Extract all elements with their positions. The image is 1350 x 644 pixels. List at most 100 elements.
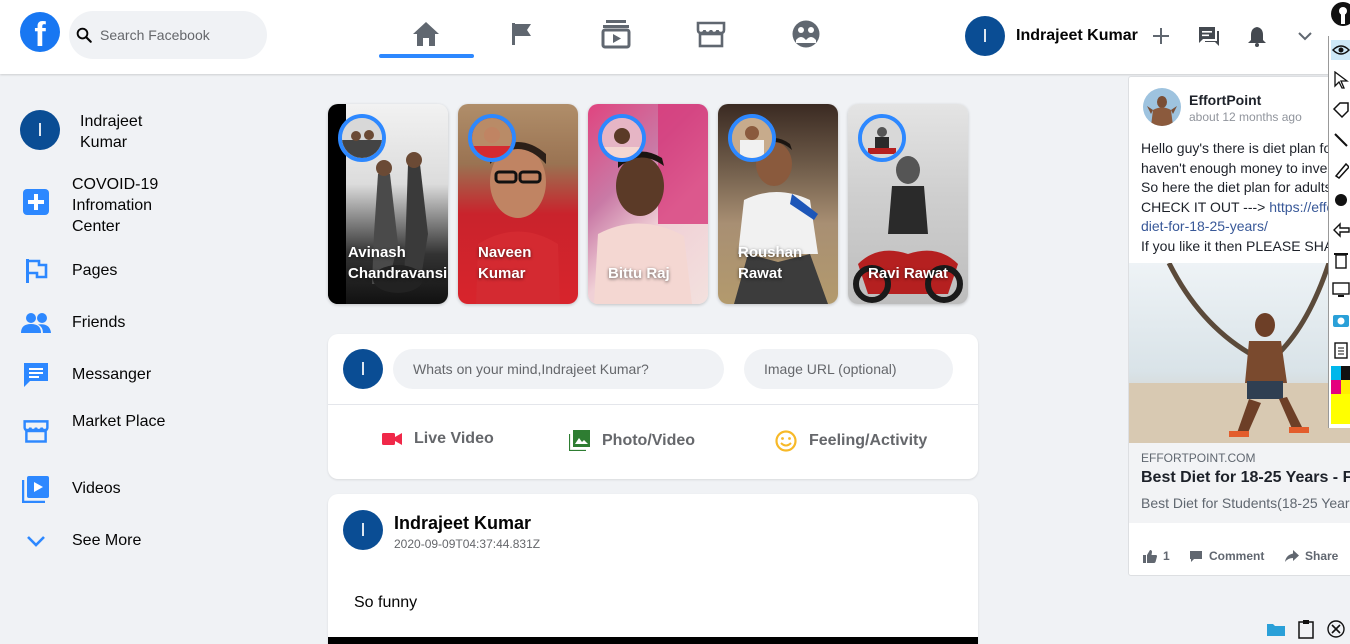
ad-link[interactable]: https://effo <box>1269 199 1334 215</box>
sidebar-item-videos[interactable]: Videos <box>20 473 121 505</box>
marketplace-icon[interactable] <box>693 16 729 52</box>
ad-text-line: CHECK IT OUT ---> <box>1141 198 1270 215</box>
thumbs-up-icon <box>1143 549 1157 563</box>
photo-video-label: Photo/Video <box>602 431 696 449</box>
photo-video-button[interactable]: Photo/Video <box>569 430 695 451</box>
sidebar-item-messenger[interactable]: Messanger <box>20 359 151 391</box>
story-avatar <box>598 114 646 162</box>
post-composer: I Live Video Photo/Video Feeling/Activit… <box>328 334 978 479</box>
color-palette[interactable] <box>1331 366 1350 424</box>
story-name: Ravi Rawat <box>868 265 949 282</box>
facebook-logo[interactable]: f <box>20 12 60 52</box>
sidebar-item-label: Market Place <box>72 413 166 430</box>
story-card[interactable]: Avinash Chandravansi <box>328 104 448 304</box>
share-label: Share <box>1305 549 1339 563</box>
story-avatar <box>728 114 776 162</box>
post-timestamp: 2020-09-09T04:37:44.831Z <box>394 537 541 551</box>
like-button[interactable]: 1 <box>1143 549 1170 563</box>
search-box[interactable] <box>69 11 267 59</box>
extension-icon[interactable] <box>1328 0 1350 28</box>
sidebar-avatar[interactable]: I <box>20 110 60 150</box>
ad-description: Best Diet for Students(18-25 Year <box>1141 495 1350 511</box>
comment-icon <box>1190 550 1202 562</box>
composer-image-url-input[interactable] <box>744 349 953 389</box>
covid-info-icon <box>20 186 52 218</box>
notifications-bell-icon[interactable] <box>1243 22 1271 50</box>
story-name: Naveen Kumar <box>478 244 532 282</box>
ad-page-name[interactable]: EffortPoint <box>1189 92 1261 108</box>
story-name: Roushan Rawat <box>738 244 803 282</box>
sidebar-item-label: Videos <box>72 480 121 497</box>
pen-icon[interactable] <box>1331 130 1350 150</box>
composer-text-input[interactable] <box>393 349 724 389</box>
share-button[interactable]: Share <box>1285 549 1338 563</box>
chevron-down-icon[interactable] <box>1291 22 1319 50</box>
plus-icon[interactable] <box>1147 22 1175 50</box>
sidebar-item-label: Pages <box>72 262 118 279</box>
cursor-icon[interactable] <box>1331 70 1350 90</box>
friends-icon <box>20 307 52 339</box>
feeling-activity-button[interactable]: Feeling/Activity <box>775 430 927 452</box>
sidebar-item-see-more[interactable]: See More <box>20 525 141 557</box>
clipboard-paste-icon[interactable] <box>1295 618 1317 640</box>
sidebar-item-label: Friends <box>72 314 126 331</box>
story-card[interactable]: Ravi Rawat <box>848 104 968 304</box>
sidebar-item-covid[interactable]: COVOID-19 Infromation Center <box>20 176 158 235</box>
search-input[interactable] <box>100 27 260 43</box>
messenger-chat-icon[interactable] <box>1195 22 1223 50</box>
trash-icon[interactable] <box>1331 250 1350 270</box>
photo-icon <box>569 430 590 451</box>
ad-image[interactable] <box>1129 263 1350 443</box>
videos-icon <box>20 473 52 505</box>
embedded-facebook-post: EffortPoint about 12 months ago Hello gu… <box>1128 76 1350 576</box>
camera-icon[interactable] <box>1331 310 1350 330</box>
post-media[interactable] <box>328 637 978 644</box>
tag-icon[interactable] <box>1331 100 1350 120</box>
comment-button[interactable]: Comment <box>1189 549 1264 563</box>
feeling-activity-label: Feeling/Activity <box>809 432 928 449</box>
story-card[interactable]: Roushan Rawat <box>718 104 838 304</box>
sidebar-item-friends[interactable]: Friends <box>20 307 125 339</box>
ad-text-line: If you like it then PLEASE SHA <box>1141 237 1334 254</box>
monitor-icon[interactable] <box>1331 280 1350 300</box>
active-tab-indicator <box>379 54 474 58</box>
ad-time[interactable]: about 12 months ago <box>1189 110 1302 124</box>
story-avatar <box>338 114 386 162</box>
story-card[interactable]: Bittu Raj <box>588 104 708 304</box>
sidebar-item-marketplace[interactable]: Market Place <box>20 413 165 447</box>
feed-post: I Indrajeet Kumar 2020-09-09T04:37:44.83… <box>328 494 978 644</box>
home-icon[interactable] <box>408 16 444 52</box>
sidebar-item-pages[interactable]: Pages <box>20 255 117 287</box>
ad-page-avatar[interactable] <box>1143 88 1181 126</box>
undo-icon[interactable] <box>1331 220 1350 240</box>
post-author[interactable]: Indrajeet Kumar <box>394 513 531 534</box>
sidebar-user-name[interactable]: Indrajeet Kumar <box>80 111 170 153</box>
share-icon <box>1285 549 1299 562</box>
marketplace-icon <box>20 415 52 447</box>
ad-post-text: Hello guy's there is diet plan fo haven'… <box>1141 139 1334 256</box>
header-user-name[interactable]: Indrajeet Kumar <box>1016 27 1138 45</box>
post-avatar[interactable]: I <box>343 510 383 550</box>
screenshot-toolbar <box>1328 36 1350 428</box>
story-card[interactable]: Naveen Kumar <box>458 104 578 304</box>
header-avatar[interactable]: I <box>965 16 1005 56</box>
highlighter-icon[interactable] <box>1331 160 1350 180</box>
sidebar-item-label: See More <box>72 532 142 549</box>
dot-icon[interactable] <box>1331 190 1350 210</box>
search-icon <box>76 27 92 43</box>
ad-title: Best Diet for 18-25 Years - F <box>1141 469 1350 486</box>
composer-avatar[interactable]: I <box>343 349 383 389</box>
story-name: Bittu Raj <box>608 265 670 282</box>
clipboard-icon[interactable] <box>1331 340 1350 360</box>
story-avatar <box>858 114 906 162</box>
folder-icon[interactable] <box>1265 618 1287 640</box>
close-circle-icon[interactable] <box>1325 618 1347 640</box>
watch-icon[interactable] <box>598 16 634 52</box>
flag-icon[interactable] <box>504 16 540 52</box>
ad-link[interactable]: diet-for-18-25-years/ <box>1141 217 1334 237</box>
live-video-button[interactable]: Live Video <box>382 430 494 448</box>
groups-icon[interactable] <box>788 16 824 52</box>
video-camera-icon <box>382 433 402 445</box>
ad-link-preview[interactable]: EFFORTPOINT.COM Best Diet for 18-25 Year… <box>1129 443 1350 523</box>
eye-icon[interactable] <box>1331 40 1350 60</box>
